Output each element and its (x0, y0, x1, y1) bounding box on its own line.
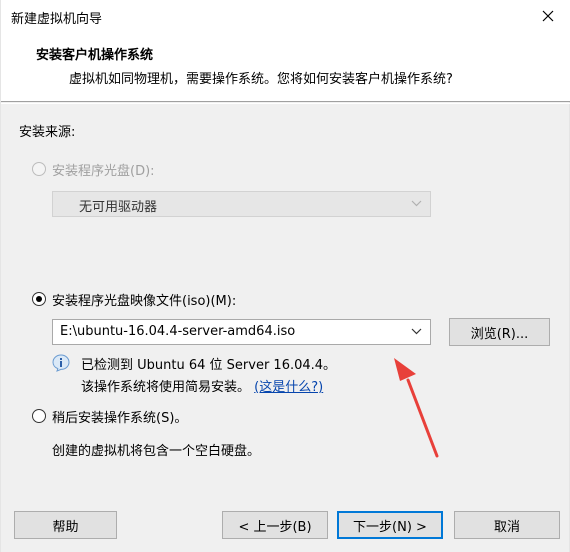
annotation-arrow-head (394, 358, 416, 381)
annotation-arrow (394, 358, 439, 458)
annotation-arrow-shaft (406, 378, 439, 458)
